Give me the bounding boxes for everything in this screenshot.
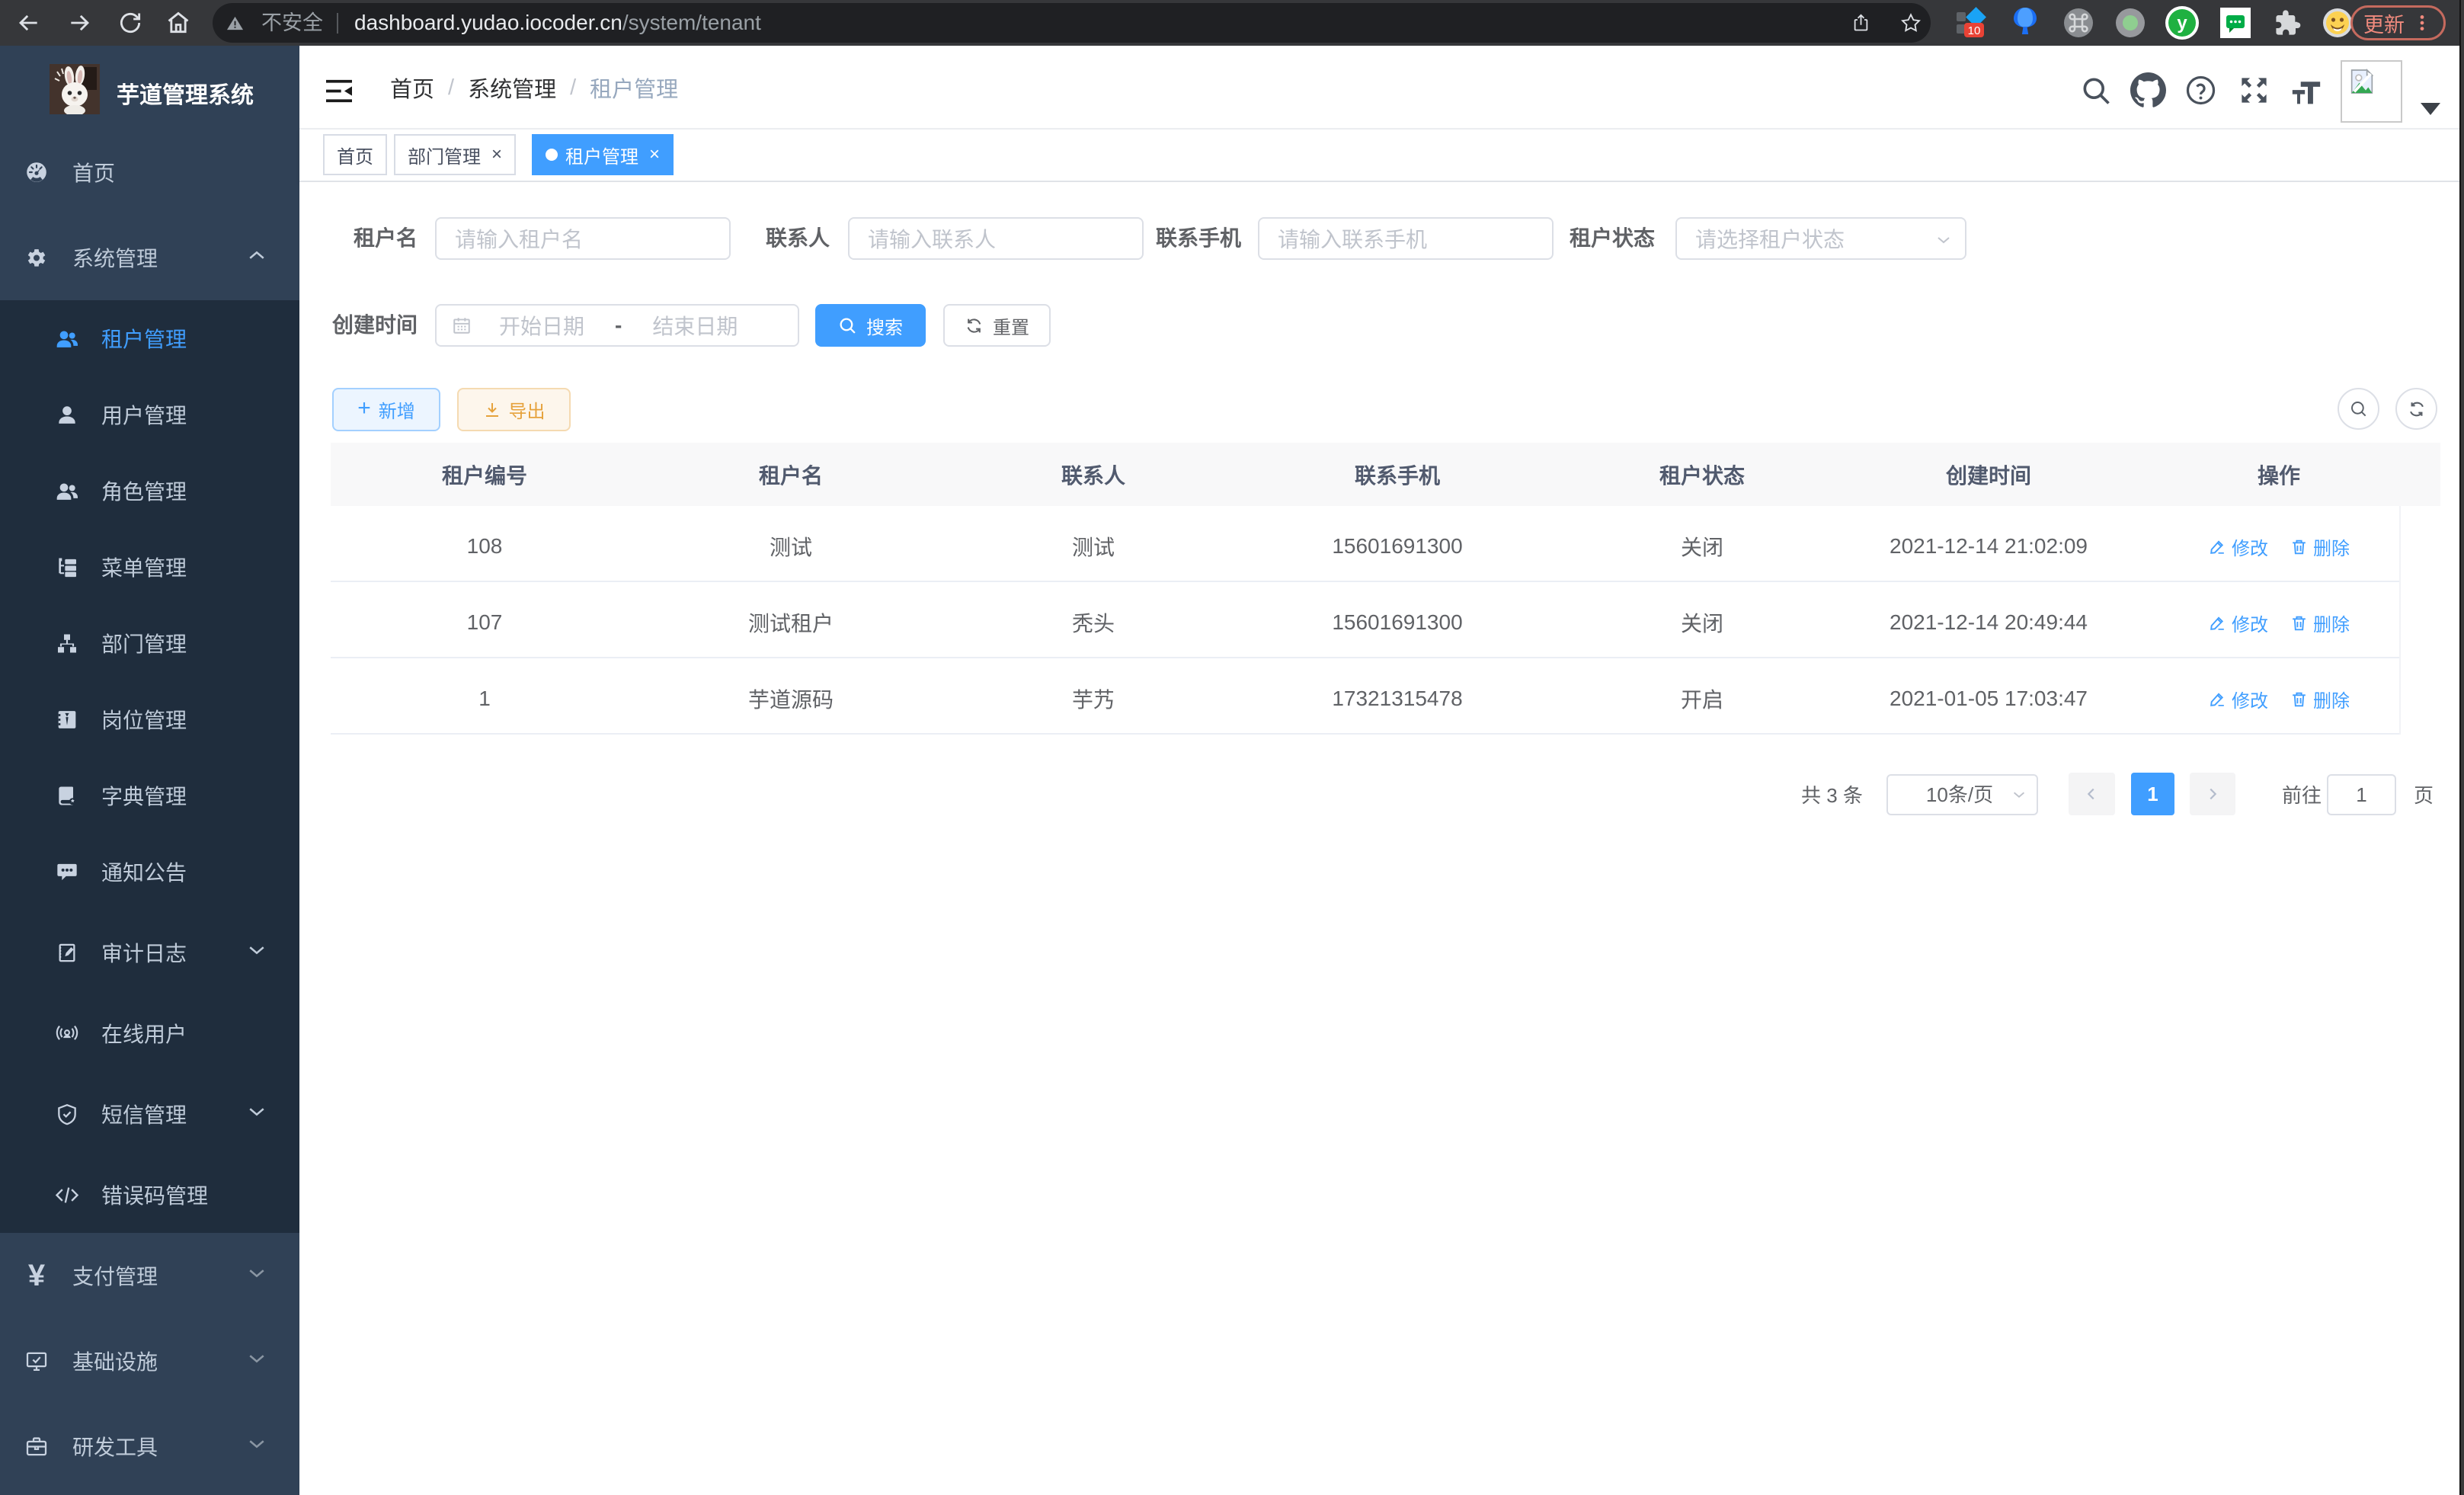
svg-text:y: y — [2177, 13, 2187, 34]
svg-text:10: 10 — [1968, 24, 1981, 37]
